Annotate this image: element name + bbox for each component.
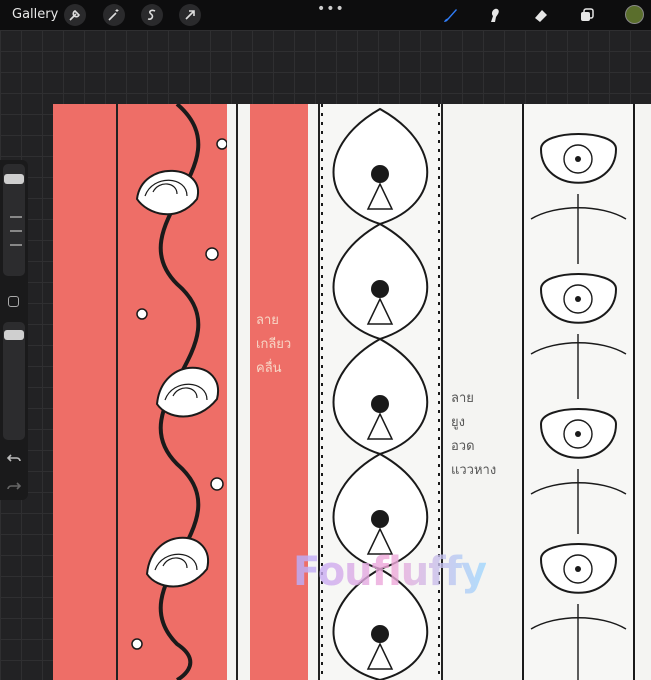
watermark: Foufluffy xyxy=(293,549,487,595)
top-toolbar: Gallery ••• xyxy=(0,0,651,30)
handwriting-line: คลื่น xyxy=(256,361,282,376)
color-picker-button[interactable] xyxy=(625,5,644,24)
eraser-icon[interactable] xyxy=(531,5,551,25)
brush-size-knob[interactable] xyxy=(4,174,24,184)
gallery-button[interactable]: Gallery xyxy=(12,7,58,22)
handwriting-label-right: ลาย ยูง อวด แววหาง xyxy=(451,387,511,483)
brush-icon[interactable] xyxy=(440,5,460,25)
wave-scroll-band xyxy=(117,104,237,680)
opacity-slider[interactable] xyxy=(3,322,25,440)
handwriting-line: อวด xyxy=(451,439,475,454)
handwriting-line: ยูง xyxy=(451,415,465,430)
wrench-icon[interactable] xyxy=(64,4,86,26)
slider-tick xyxy=(10,244,22,246)
selection-icon[interactable] xyxy=(141,4,163,26)
transform-arrow-icon[interactable] xyxy=(179,4,201,26)
handwriting-line: แววหาง xyxy=(451,463,497,478)
handwriting-line: เกลียว xyxy=(256,337,292,352)
lotus-band xyxy=(521,104,636,680)
handwriting-line: ลาย xyxy=(451,391,474,406)
sidebar xyxy=(0,160,28,500)
handwriting-label-left: ลาย เกลียว คลื่น xyxy=(256,309,306,381)
band-border xyxy=(236,104,238,680)
slider-tick xyxy=(10,216,22,218)
modify-button[interactable] xyxy=(8,296,19,307)
layers-icon[interactable] xyxy=(577,5,597,25)
magic-wand-icon[interactable] xyxy=(103,4,125,26)
brush-size-slider[interactable] xyxy=(3,164,25,276)
band-border xyxy=(116,104,118,680)
red-fill-left xyxy=(53,104,117,680)
more-menu-button[interactable]: ••• xyxy=(317,1,345,17)
undo-icon[interactable] xyxy=(6,452,22,466)
redo-icon[interactable] xyxy=(6,480,22,494)
smudge-icon[interactable] xyxy=(485,5,505,25)
opacity-knob[interactable] xyxy=(4,330,24,340)
handwriting-line: ลาย xyxy=(256,313,279,328)
artwork-canvas[interactable]: ลาย เกลียว คลื่น ลาย ยูง อวด แววหาง Fouf… xyxy=(53,104,651,680)
slider-tick xyxy=(10,230,22,232)
